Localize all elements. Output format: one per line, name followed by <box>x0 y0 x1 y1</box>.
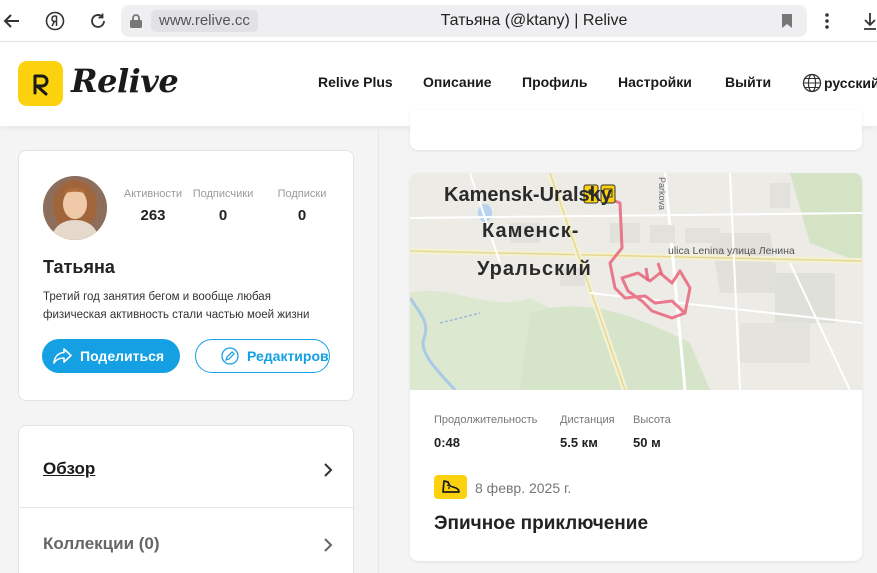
share-label: Поделиться <box>80 348 165 364</box>
activity-date: 8 февр. 2025 г. <box>475 480 572 496</box>
stat-activities[interactable]: Активности 263 <box>113 188 193 224</box>
map-label: ulica Lenina улица Ленина <box>668 245 795 257</box>
avatar[interactable] <box>43 176 107 240</box>
stat-followers[interactable]: Подписчики 0 <box>183 188 263 224</box>
pencil-icon <box>221 347 239 365</box>
activity-card[interactable]: Kamensk-Uralsky Каменск- Уральский ulica… <box>410 173 862 561</box>
page-title: Татьяна (@ktany) | Relive <box>440 12 628 29</box>
language-selector[interactable]: русский <box>802 73 877 93</box>
browser-toolbar: www.relive.cc Татьяна (@ktany) | Relive <box>0 0 877 42</box>
stat-value: 263 <box>140 207 166 224</box>
more-vertical-icon[interactable] <box>815 9 839 33</box>
menu-item-label: Коллекции (0) <box>43 534 160 553</box>
stat-label: Активности <box>123 188 183 200</box>
edit-label: Редактировать <box>247 348 329 364</box>
user-name: Татьяна <box>43 257 115 277</box>
activity-title[interactable]: Эпичное приключение <box>434 513 648 535</box>
map-label: Parkova <box>657 177 667 211</box>
nav-relive-plus[interactable]: Relive Plus <box>318 74 393 90</box>
profile-menu: Обзор Коллекции (0) <box>18 425 355 573</box>
map-label: Уральский <box>477 258 592 280</box>
menu-item-overview[interactable]: Обзор <box>19 426 355 506</box>
map-label: Каменск- <box>482 220 580 242</box>
running-shoe-icon <box>434 475 467 499</box>
metric-label: Дистанция <box>560 414 615 426</box>
menu-item-label: Обзор <box>43 459 96 478</box>
metric-value: 5.5 км <box>560 435 598 450</box>
nav-profile[interactable]: Профиль <box>522 74 588 90</box>
reload-icon[interactable] <box>86 9 110 33</box>
stat-following[interactable]: Подписки 0 <box>262 188 342 224</box>
metric-label: Высота <box>633 414 671 426</box>
metric-duration: Продолжительность 0:48 <box>434 414 537 450</box>
previous-activity-card[interactable] <box>410 110 862 150</box>
edit-profile-button[interactable]: Редактировать <box>195 339 330 373</box>
activity-map[interactable]: Kamensk-Uralsky Каменск- Уральский ulica… <box>410 173 862 391</box>
globe-icon <box>802 73 822 93</box>
stat-value: 0 <box>218 207 228 224</box>
nav-logout[interactable]: Выйти <box>725 74 771 90</box>
metric-label: Продолжительность <box>434 414 538 426</box>
metric-value: 50 м <box>633 435 661 450</box>
share-button[interactable]: Поделиться <box>42 339 180 373</box>
nav-description[interactable]: Описание <box>423 74 492 90</box>
chevron-right-icon <box>324 538 333 552</box>
relive-logo-icon[interactable] <box>18 61 63 106</box>
stat-value: 0 <box>297 207 307 224</box>
map-label: Kamensk-Uralsky <box>444 184 612 206</box>
language-label: русский <box>824 75 877 91</box>
share-icon <box>53 348 72 364</box>
column-divider <box>378 126 379 573</box>
menu-item-collections[interactable]: Коллекции (0) <box>19 508 355 573</box>
arrow-left-icon[interactable] <box>0 9 24 33</box>
metric-value: 0:48 <box>434 435 461 450</box>
yandex-icon[interactable] <box>43 9 67 33</box>
bookmark-icon[interactable] <box>781 13 793 29</box>
address-bar[interactable]: www.relive.cc Татьяна (@ktany) | Relive <box>121 5 807 37</box>
bio-line: Третий год занятия бегом и вообще любая <box>43 291 271 303</box>
download-icon[interactable] <box>858 9 877 33</box>
stat-label: Подписки <box>277 188 327 200</box>
logo-text[interactable]: Relive <box>71 62 179 100</box>
stat-label: Подписчики <box>192 188 254 200</box>
nav-settings[interactable]: Настройки <box>618 74 692 90</box>
bio-line: физическая активность стали частью моей … <box>43 309 310 321</box>
profile-card: Активности 263 Подписчики 0 Подписки 0 Т… <box>18 150 354 401</box>
lock-icon <box>130 14 142 28</box>
user-bio: Третий год занятия бегом и вообще любая … <box>43 288 343 324</box>
metric-distance: Дистанция 5.5 км <box>560 414 615 450</box>
chevron-right-icon <box>324 463 333 477</box>
metric-elevation: Высота 50 м <box>633 414 671 450</box>
url-text[interactable]: www.relive.cc <box>151 10 258 32</box>
